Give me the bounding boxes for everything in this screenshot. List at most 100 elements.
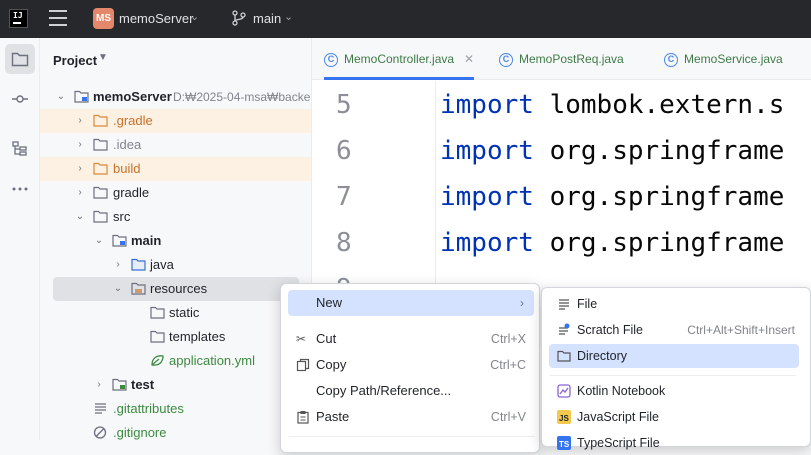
tree-row-build[interactable]: › build xyxy=(40,157,311,181)
tab-memocontroller[interactable]: C MemoController.java ✕ xyxy=(324,38,475,80)
tree-row-gradle-dir[interactable]: › .gradle xyxy=(40,109,311,133)
title-bar: IJ MS memoServer ⌄ main ⌄ xyxy=(0,0,811,38)
spring-leaf-icon xyxy=(151,355,164,366)
source-folder-icon xyxy=(112,234,127,247)
submenu-item-file[interactable]: File xyxy=(549,292,799,316)
tree-row-memoserver[interactable]: ⌄ memoServer D:₩2025-04-msa₩backen xyxy=(40,85,311,109)
tab-memoservice[interactable]: C MemoService.java xyxy=(664,38,783,80)
close-icon[interactable]: ✕ xyxy=(464,52,474,66)
tree-row-idea[interactable]: › .idea xyxy=(40,133,311,157)
chevron-down-icon[interactable]: ▼ xyxy=(98,52,108,63)
tool-window-strip xyxy=(0,38,40,440)
tree-row-java[interactable]: › java xyxy=(40,253,311,277)
menu-separator xyxy=(289,436,535,437)
folder-icon xyxy=(93,210,108,223)
branch-name[interactable]: main xyxy=(253,11,281,26)
chevron-down-icon[interactable]: ⌄ xyxy=(55,85,67,109)
menu-separator xyxy=(550,375,796,376)
panel-title[interactable]: Project xyxy=(53,53,97,68)
module-folder-icon xyxy=(74,90,89,103)
text-file-icon xyxy=(95,403,106,414)
project-panel: Project ▼ ⌄ memoServer D:₩2025-04-msa₩ba… xyxy=(40,38,312,440)
chevron-right-icon[interactable]: › xyxy=(74,181,86,205)
typescript-icon: TS xyxy=(557,436,571,450)
java-class-icon: C xyxy=(499,52,513,67)
javascript-icon: JS xyxy=(557,410,571,424)
chevron-down-icon[interactable]: ⌄ xyxy=(190,10,199,23)
chevron-down-icon[interactable]: ⌄ xyxy=(284,10,293,23)
folder-icon xyxy=(150,330,165,343)
code-line[interactable]: import org.springframe xyxy=(440,136,784,166)
code-line[interactable]: import org.springframe xyxy=(440,182,784,212)
folder-icon xyxy=(93,138,108,151)
chevron-right-icon: › xyxy=(520,296,524,310)
chevron-down-icon[interactable]: ⌄ xyxy=(112,277,124,301)
folder-icon xyxy=(11,52,29,67)
java-class-icon: C xyxy=(664,52,678,67)
more-tools-button[interactable] xyxy=(5,174,35,204)
submenu-item-typescript-file[interactable]: TS TypeScript File xyxy=(549,431,799,455)
new-submenu: File Scratch File Ctrl+Alt+Shift+Insert … xyxy=(541,287,811,450)
submenu-item-scratch-file[interactable]: Scratch File Ctrl+Alt+Shift+Insert xyxy=(549,318,799,342)
chevron-right-icon[interactable]: › xyxy=(112,253,124,277)
paste-icon xyxy=(297,411,309,424)
svg-text:JS: JS xyxy=(559,414,569,423)
chevron-right-icon[interactable]: › xyxy=(74,157,86,181)
tree-row-templates[interactable]: templates xyxy=(40,325,311,349)
ignore-file-icon xyxy=(93,426,107,439)
menu-item-new[interactable]: New › xyxy=(288,290,534,316)
menu-item-paste[interactable]: Paste Ctrl+V xyxy=(288,404,534,430)
editor-tab-bar: C MemoController.java ✕ C MemoPostReq.java … xyxy=(312,38,811,80)
line-number: 7 xyxy=(336,182,352,212)
chevron-right-icon[interactable]: › xyxy=(74,109,86,133)
tab-memopostreq[interactable]: C MemoPostReq.java xyxy=(499,38,624,80)
source-root-folder-icon xyxy=(131,258,146,271)
tree-row-src[interactable]: ⌄ src xyxy=(40,205,311,229)
menu-item-copy[interactable]: Copy Ctrl+C xyxy=(288,352,534,378)
submenu-item-directory[interactable]: Directory xyxy=(549,344,799,368)
project-tool-button[interactable] xyxy=(5,44,35,74)
resource-folder-icon xyxy=(131,282,146,295)
tree-row-gradle[interactable]: › gradle xyxy=(40,181,311,205)
code-line[interactable]: import lombok.extern.s xyxy=(440,90,784,120)
tree-row-static[interactable]: static xyxy=(40,301,311,325)
tree-row-main[interactable]: ⌄ main xyxy=(40,229,311,253)
intellij-logo-icon[interactable]: IJ xyxy=(9,9,28,28)
submenu-item-javascript-file[interactable]: JS JavaScript File xyxy=(549,405,799,429)
structure-tool-button[interactable] xyxy=(5,134,35,164)
folder-icon xyxy=(93,114,108,127)
line-number: 8 xyxy=(336,228,352,258)
tree-row-resources[interactable]: ⌄ resources xyxy=(53,277,299,301)
git-branch-icon[interactable] xyxy=(231,10,247,26)
chevron-down-icon[interactable]: ⌄ xyxy=(93,229,105,253)
project-badge[interactable]: MS xyxy=(93,8,114,29)
main-menu-icon[interactable] xyxy=(49,10,67,26)
tree-row-application-yml[interactable]: application.yml xyxy=(40,349,311,373)
scissors-icon: ✂ xyxy=(296,332,307,346)
folder-icon xyxy=(93,162,108,175)
java-class-icon: C xyxy=(324,52,338,67)
submenu-item-kotlin-notebook[interactable]: Kotlin Notebook xyxy=(549,379,799,403)
menu-item-copy-path[interactable]: Copy Path/Reference... xyxy=(288,378,534,404)
folder-icon xyxy=(93,186,108,199)
scratch-file-icon xyxy=(559,323,570,335)
project-name[interactable]: memoServer xyxy=(119,11,193,26)
chevron-down-icon[interactable]: ⌄ xyxy=(74,205,86,229)
chevron-right-icon[interactable]: › xyxy=(74,133,86,157)
test-folder-icon xyxy=(112,378,127,391)
code-line[interactable]: import org.springframe xyxy=(440,228,784,258)
commit-tool-button[interactable] xyxy=(5,84,35,114)
line-number: 5 xyxy=(336,90,352,120)
more-icon xyxy=(12,187,28,191)
folder-icon xyxy=(150,306,165,319)
kotlin-notebook-icon xyxy=(557,384,571,398)
folder-icon xyxy=(557,350,571,362)
tree-row-test[interactable]: › test xyxy=(40,373,311,397)
svg-text:TS: TS xyxy=(559,440,570,449)
tree-row-gitignore[interactable]: .gitignore xyxy=(40,421,311,440)
chevron-right-icon[interactable]: › xyxy=(93,373,105,397)
tree-row-gitattributes[interactable]: .gitattributes xyxy=(40,397,311,421)
menu-item-cut[interactable]: ✂ Cut Ctrl+X xyxy=(288,326,534,352)
structure-icon xyxy=(12,141,27,156)
context-menu: New › ✂ Cut Ctrl+X Copy Ctrl+C Copy Path… xyxy=(280,283,540,453)
